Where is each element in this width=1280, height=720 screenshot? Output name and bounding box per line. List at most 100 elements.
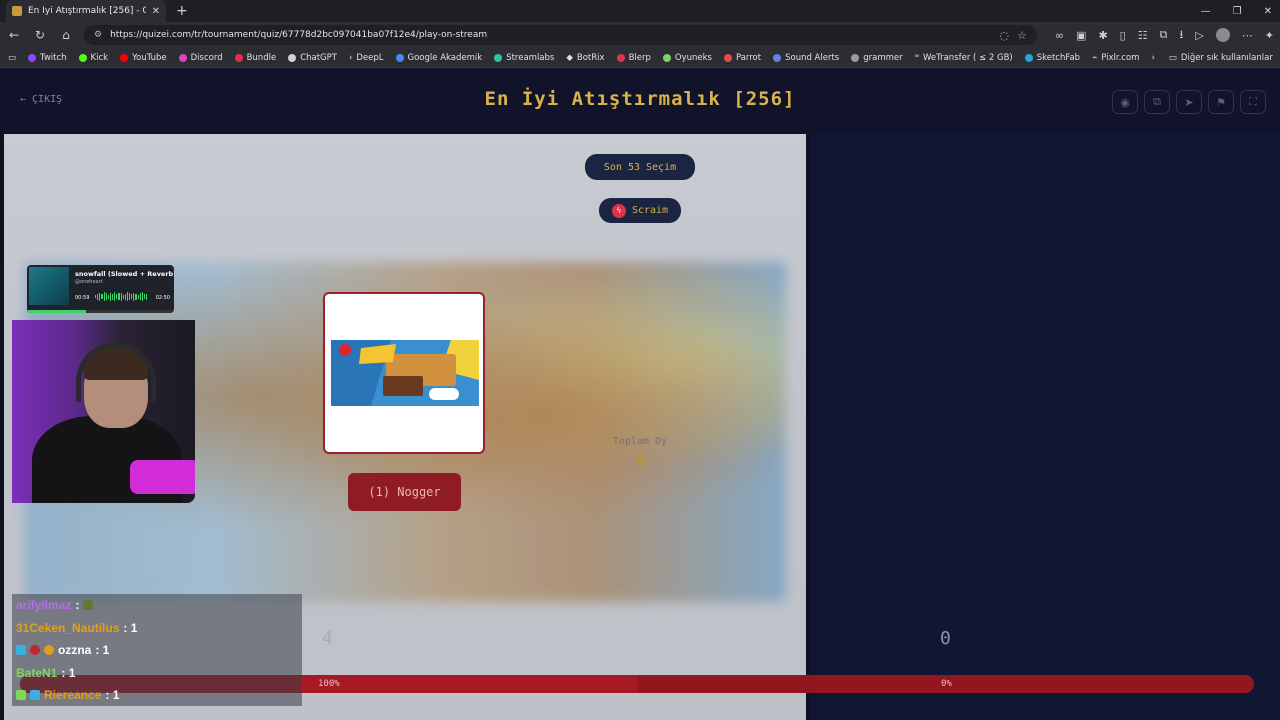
wave-bar <box>122 294 124 299</box>
bookmark-youtube[interactable]: YouTube <box>120 53 167 63</box>
wave-bar <box>116 294 118 299</box>
extensions-area: ∞ ▣ ✱ ▯ ☷ ⧉ ⭳ ▷ ⋯ ✦ <box>1055 26 1274 45</box>
wave-bar <box>124 293 126 300</box>
close-window-icon[interactable]: ✕ <box>1264 6 1272 17</box>
header-actions: ◉ ⧉ ➤ ⚑ ⛶ <box>1112 90 1266 114</box>
wave-bar <box>129 293 131 300</box>
quizei-favicon-icon <box>12 6 22 16</box>
reload-icon[interactable]: ↻ <box>32 28 48 42</box>
grid-badge-icon <box>30 690 40 701</box>
browser-tab[interactable]: En İyi Atıştırmalık [256] - Quizei ✕ <box>6 0 166 22</box>
home-icon[interactable]: ⌂ <box>58 28 74 42</box>
wave-bar <box>107 294 109 299</box>
bundle-icon <box>234 53 243 62</box>
back-icon[interactable]: ← <box>6 28 22 42</box>
bookmark-pixlr[interactable]: ⌁ Pixlr.com <box>1092 53 1139 63</box>
extension-icon[interactable]: ∞ <box>1055 29 1064 42</box>
bookmark-botrix[interactable]: ◆ BotRix <box>566 53 604 63</box>
other-bookmarks[interactable]: ▭ Diğer sık kullanılanlar <box>1169 53 1273 63</box>
chat-username: Riereance <box>44 688 102 703</box>
page-header: ← ÇIKIŞ En İyi Atıştırmalık [256] ◉ ⧉ ➤ … <box>0 68 1280 134</box>
wave-bar <box>112 293 114 300</box>
address-bar[interactable]: ⚙ https://quizei.com/tr/tournament/quiz/… <box>84 25 1037 45</box>
puzzle-icon[interactable]: ✱ <box>1098 29 1107 42</box>
scraim-button[interactable]: ϟ Scraim <box>599 198 681 223</box>
send-icon[interactable]: ➤ <box>1176 90 1202 114</box>
split-screen-icon[interactable]: ▯ <box>1120 29 1126 42</box>
audio-waveform <box>95 292 148 301</box>
chevron-right-icon[interactable]: › <box>1151 53 1154 63</box>
nogger-product-image <box>331 340 479 406</box>
wave-bar <box>135 293 137 300</box>
window-controls: — ❐ ✕ <box>1201 0 1272 22</box>
bookmarks-bar: ▭ Twitch Kick YouTube Discord Bundle Cha… <box>0 48 1280 68</box>
bookmark-wetransfer[interactable]: ʷ WeTransfer ( ≤ 2 GB) <box>915 53 1013 63</box>
maximize-icon[interactable]: ❐ <box>1233 6 1242 17</box>
bookmark-discord[interactable]: Discord <box>178 53 223 63</box>
eye-off-icon[interactable]: ◌ <box>999 29 1009 42</box>
download-icon[interactable]: ⭳ <box>1179 26 1183 45</box>
choice-button[interactable]: (1) Nogger <box>348 473 461 511</box>
pixlr-icon: ⌁ <box>1092 52 1098 63</box>
wave-bar <box>105 293 107 300</box>
left-vote-count: 4 <box>322 628 333 649</box>
fullscreen-icon[interactable]: ⛶ <box>1240 90 1266 114</box>
profile-avatar[interactable] <box>1215 28 1230 42</box>
wave-bar <box>97 293 99 300</box>
last-choices-button[interactable]: Son 53 Seçim <box>585 154 695 180</box>
headphones-icon <box>76 342 156 402</box>
collections-icon[interactable]: ⧉ <box>1160 28 1168 42</box>
bookmark-deepl[interactable]: › DeepL <box>349 53 384 63</box>
bookmarks-menu-icon[interactable]: ▭ <box>8 53 16 63</box>
bookmark-bundle[interactable]: Bundle <box>234 53 276 63</box>
chat-separator: : <box>75 598 80 613</box>
sketchfab-icon <box>1024 53 1033 62</box>
extension-icon[interactable]: ▣ <box>1076 29 1086 42</box>
chat-username: BateN1 <box>16 665 58 680</box>
song-title: snowfall (Slowed + Reverb) <box>75 270 174 278</box>
bookmark-sketchfab[interactable]: SketchFab <box>1024 53 1080 63</box>
chat-message: ozzna : 1 <box>12 639 302 662</box>
bookmark-parrot[interactable]: Parrot <box>723 53 761 63</box>
sub-badge-icon <box>30 645 40 656</box>
bookmark-chatgpt[interactable]: ChatGPT <box>288 53 337 63</box>
chat-message: arifyilmaz : <box>12 594 302 617</box>
bookmark-google-akademik[interactable]: Google Akademik <box>395 53 482 63</box>
url-text[interactable]: https://quizei.com/tr/tournament/quiz/67… <box>110 30 991 40</box>
scraim-label: Scraim <box>631 205 669 216</box>
bookmark-blerp[interactable]: Blerp <box>616 53 651 63</box>
last-choices-label: Son 53 Seçim <box>603 161 677 173</box>
eye-icon[interactable]: ◉ <box>1112 90 1138 114</box>
bookmark-twitch[interactable]: Twitch <box>28 53 67 63</box>
wave-bar <box>141 292 143 301</box>
quiz-page: ← ÇIKIŞ En İyi Atıştırmalık [256] ◉ ⧉ ➤ … <box>0 68 1280 720</box>
choice-image-card[interactable] <box>323 292 485 454</box>
discord-icon <box>178 53 187 62</box>
browser-tabstrip: En İyi Atıştırmalık [256] - Quizei ✕ + —… <box>0 0 1280 22</box>
play-icon[interactable]: ▷ <box>1195 29 1203 42</box>
copilot-icon[interactable]: ✦ <box>1265 29 1274 42</box>
chat-message: BateN1 : 1 <box>12 662 302 685</box>
bookmark-oyuneks[interactable]: Oyuneks <box>662 53 712 63</box>
chat-message: Riereance : 1 <box>12 684 302 707</box>
tab-title: En İyi Atıştırmalık [256] - Quizei <box>28 6 146 16</box>
right-choice-panel[interactable] <box>810 134 1280 720</box>
favorites-icon[interactable]: ☷ <box>1138 29 1148 42</box>
bookmark-star-icon[interactable]: ☆ <box>1017 29 1027 42</box>
minimize-icon[interactable]: — <box>1201 6 1211 17</box>
bookmark-sound-alerts[interactable]: Sound Alerts <box>773 53 839 63</box>
menu-icon[interactable]: ⋯ <box>1242 29 1253 42</box>
wave-bar <box>131 294 133 299</box>
site-info-icon[interactable]: ⚙ <box>94 30 102 40</box>
botrix-icon: ◆ <box>566 52 573 63</box>
close-tab-icon[interactable]: ✕ <box>152 6 160 17</box>
right-percent-label: 0% <box>941 679 952 689</box>
new-tab-icon[interactable]: + <box>176 0 188 22</box>
bookmark-streamlabs[interactable]: Streamlabs <box>494 53 554 63</box>
share-icon[interactable]: ⧉ <box>1144 90 1170 114</box>
duration-time: 02:50 <box>155 295 170 301</box>
diamond-badge-icon <box>16 645 26 656</box>
flag-icon[interactable]: ⚑ <box>1208 90 1234 114</box>
bookmark-grammer[interactable]: grammer <box>851 53 903 63</box>
bookmark-kick[interactable]: Kick <box>78 53 108 63</box>
